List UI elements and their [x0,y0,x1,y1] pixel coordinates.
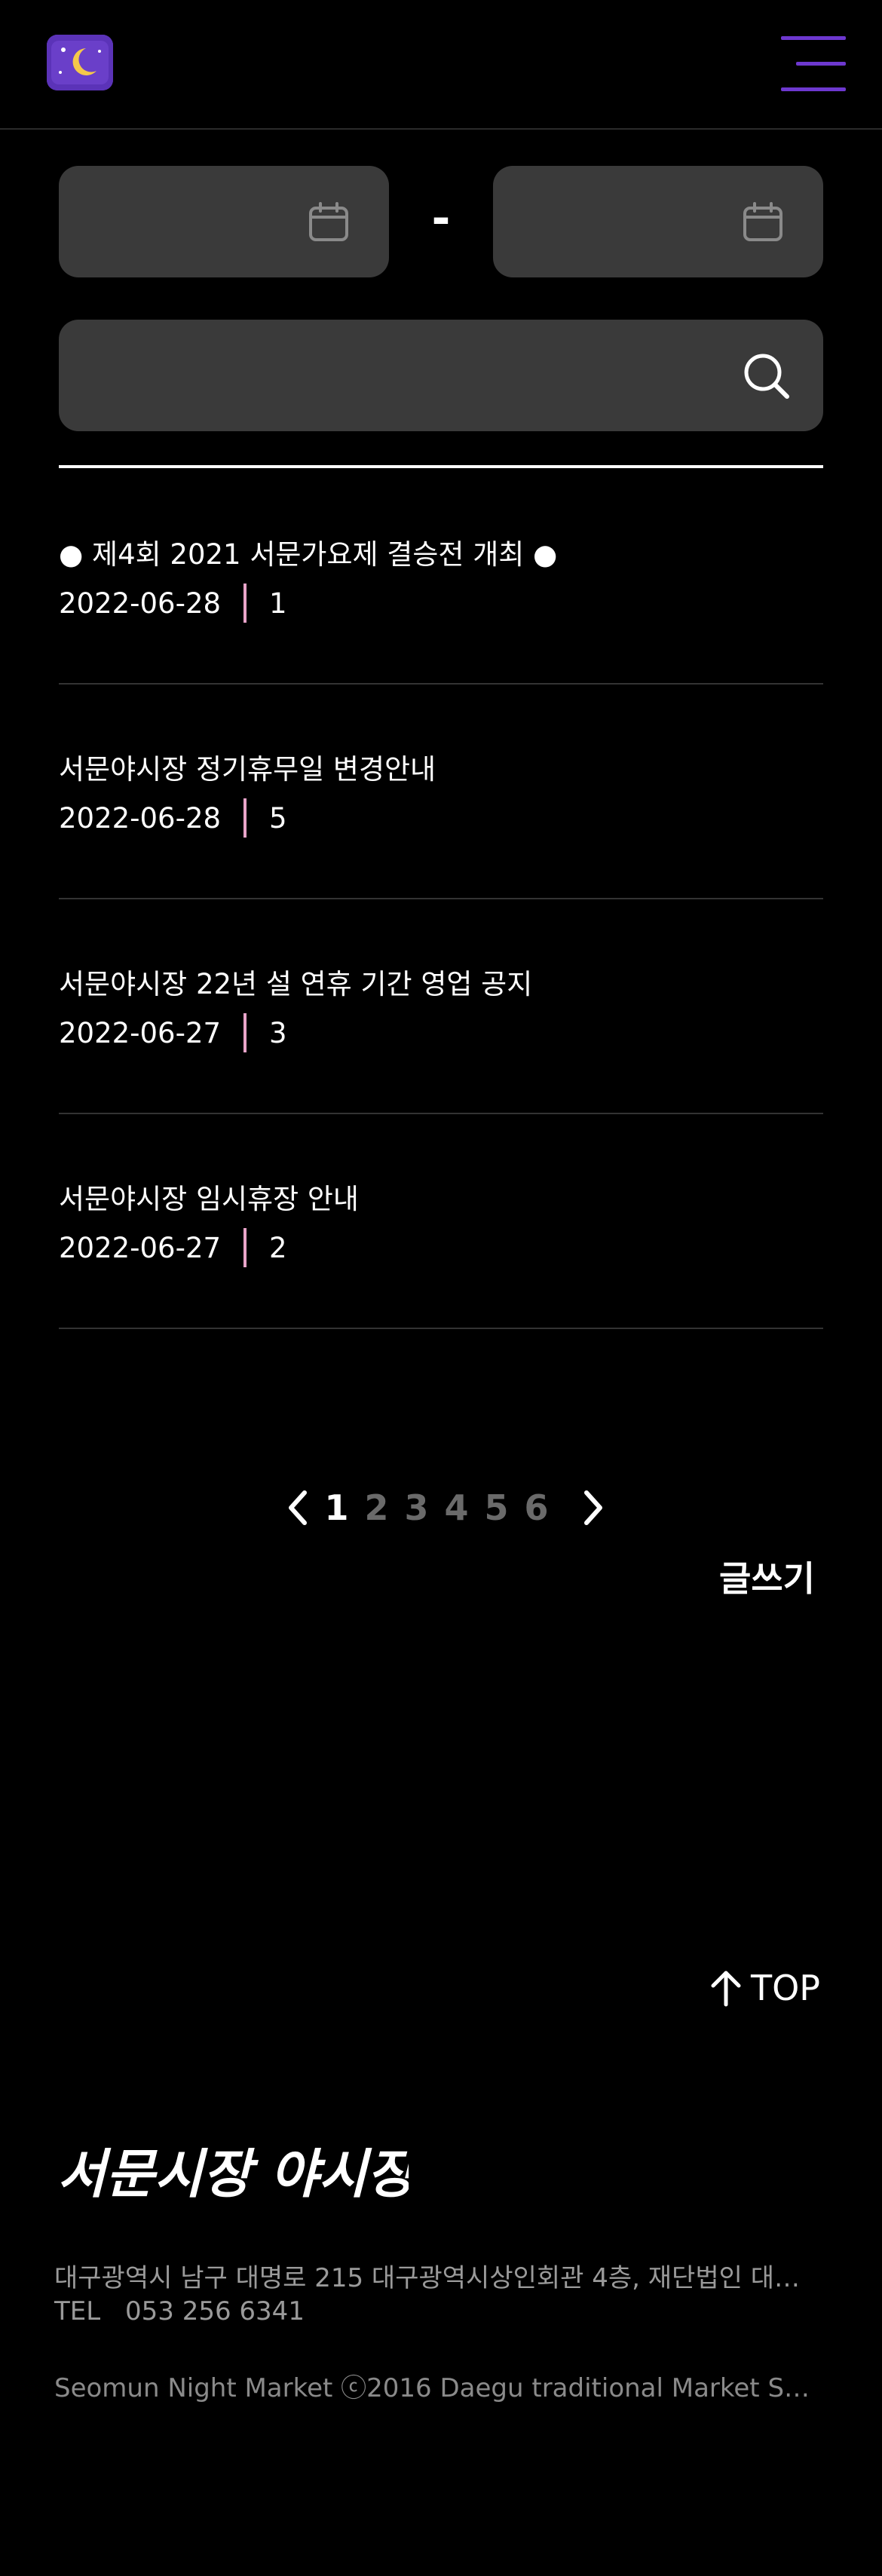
arrow-up-icon [711,1971,741,2007]
page-5[interactable]: 5 [476,1487,516,1528]
post-title[interactable]: ● 제4회 2021 서문가요제 결승전 개최 ● [59,531,557,572]
tel-label: TEL [54,2296,101,2326]
post-views: 1 [269,587,287,620]
date-separator: - [431,192,451,245]
page-1[interactable]: 1 [317,1487,357,1528]
write-post-button[interactable]: 글쓰기 [719,1551,815,1601]
post-meta: 2022-06-28 1 [59,581,287,625]
post-title[interactable]: 서문야시장 22년 설 연휴 기간 영업 공지 [59,961,532,1002]
meta-divider [243,1013,247,1052]
footer-address: 대구광역시 남구 대명로 215 대구광역시상인회관 4층, 재단법인 대구전통… [54,2263,823,2293]
post-views: 2 [269,1231,287,1264]
pagination: 1 2 3 4 5 6 [282,1478,609,1538]
post-title[interactable]: 서문야시장 정기휴무일 변경안내 [59,746,436,787]
hamburger-menu-icon[interactable] [775,33,846,92]
list-item[interactable]: 서문야시장 임시휴장 안내 2022-06-27 2 [59,1113,823,1329]
post-date: 2022-06-28 [59,801,222,835]
post-views: 3 [269,1016,287,1049]
search-input[interactable] [59,320,823,431]
moon-night-icon[interactable] [47,35,113,90]
list-item[interactable]: 서문야시장 22년 설 연휴 기간 영업 공지 2022-06-27 3 [59,898,823,1114]
post-views: 5 [269,801,287,835]
end-date-field[interactable] [493,166,823,277]
page-2[interactable]: 2 [357,1487,397,1528]
list-item[interactable]: ● 제4회 2021 서문가요제 결승전 개최 ● 2022-06-28 1 [59,468,823,685]
calendar-icon[interactable] [308,201,350,243]
list-item[interactable]: 서문야시장 정기휴무일 변경안내 2022-06-28 5 [59,683,823,899]
footer-logo-text: 서문시장 야시장 [57,2143,409,2205]
footer-tel: TEL 053 256 6341 [54,2296,305,2326]
meta-divider [243,798,247,838]
post-title[interactable]: 서문야시장 임시휴장 안내 [59,1176,359,1217]
header [0,0,882,130]
footer-logo: 서문시장 야시장 [57,2143,409,2205]
post-meta: 2022-06-27 3 [59,1011,287,1055]
post-meta: 2022-06-27 2 [59,1226,287,1270]
post-meta: 2022-06-28 5 [59,796,287,840]
post-date: 2022-06-27 [59,1231,222,1264]
back-to-top-button[interactable]: TOP [709,1962,820,2014]
meta-divider [243,584,247,623]
page-3[interactable]: 3 [397,1487,436,1528]
chevron-left-icon[interactable] [282,1485,317,1530]
page-6[interactable]: 6 [516,1487,556,1528]
start-date-field[interactable] [59,166,389,277]
top-label: TOP [751,1968,821,2008]
tel-number: 053 256 6341 [125,2296,305,2326]
search-icon[interactable] [740,350,792,401]
post-date: 2022-06-28 [59,587,222,620]
calendar-icon[interactable] [742,201,784,243]
chevron-right-icon[interactable] [574,1485,609,1530]
meta-divider [243,1228,247,1267]
page-4[interactable]: 4 [436,1487,476,1528]
post-date: 2022-06-27 [59,1016,222,1049]
footer-copyright: Seomun Night Market ⓒ2016 Daegu traditio… [54,2373,823,2403]
